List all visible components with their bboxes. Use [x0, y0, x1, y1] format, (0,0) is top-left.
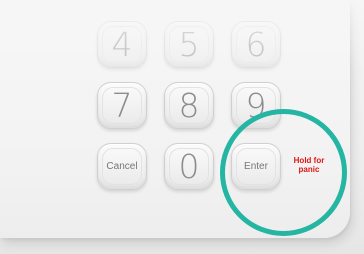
- key-9-label: 9: [245, 86, 267, 125]
- key-5-label: 5: [178, 25, 200, 64]
- cancel-button-label: Cancel: [106, 161, 138, 172]
- key-7-label: 7: [111, 86, 133, 125]
- enter-button[interactable]: Enter: [231, 143, 281, 190]
- cancel-button[interactable]: Cancel: [97, 143, 147, 190]
- key-6[interactable]: 6: [231, 21, 281, 68]
- key-5[interactable]: 5: [164, 21, 214, 68]
- panic-hint-label: Hold for panic: [293, 156, 325, 174]
- key-7[interactable]: 7: [97, 82, 147, 129]
- key-4-label: 4: [111, 25, 133, 64]
- key-0[interactable]: 0: [164, 143, 214, 190]
- key-9[interactable]: 9: [231, 82, 281, 129]
- keypad-screen: 4 5 6 7 8 9 Cancel 0 Enter Hold for pani…: [0, 0, 364, 254]
- key-6-label: 6: [245, 25, 267, 64]
- key-0-label: 0: [178, 147, 200, 186]
- key-4[interactable]: 4: [97, 21, 147, 68]
- key-8-label: 8: [178, 86, 200, 125]
- enter-button-label: Enter: [244, 161, 268, 172]
- key-8[interactable]: 8: [164, 82, 214, 129]
